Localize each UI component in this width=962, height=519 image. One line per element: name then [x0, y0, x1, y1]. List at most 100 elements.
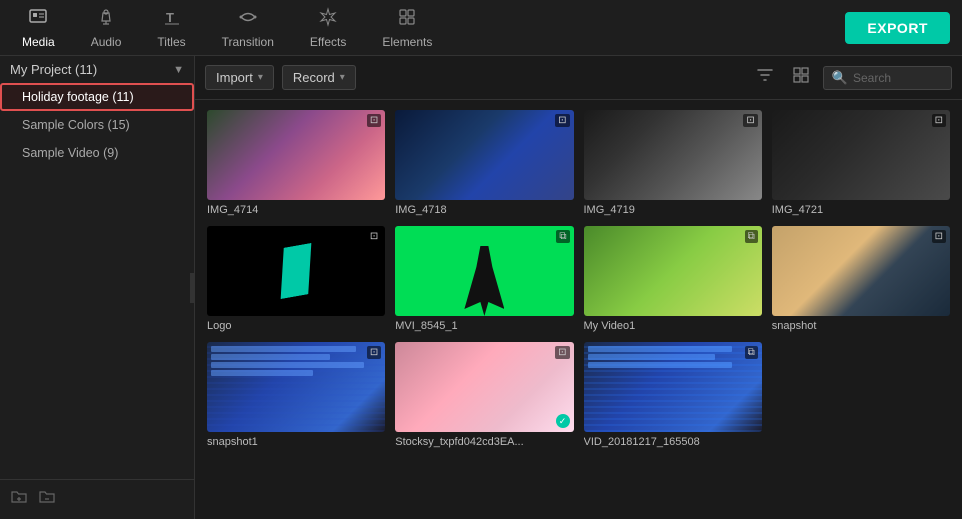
- media-label-img4718: IMG_4718: [395, 204, 573, 216]
- sidebar-footer: [0, 479, 194, 519]
- media-thumb-img4718: ⊡: [395, 110, 573, 200]
- toolbar-label-titles: Titles: [157, 35, 185, 49]
- ss-line: [211, 370, 313, 376]
- ss-line: [588, 346, 733, 352]
- media-item-mvi8545[interactable]: ⧉ MVI_8545_1: [395, 226, 573, 332]
- sidebar-item-holiday-label: Holiday footage (11): [22, 90, 134, 104]
- screenshot-overlay: [207, 342, 385, 432]
- content-toolbar: Import ▾ Record ▾: [195, 56, 962, 100]
- grid-view-button[interactable]: [787, 63, 815, 92]
- record-arrow-icon: ▾: [340, 72, 345, 83]
- media-label-myvideo1: My Video1: [584, 320, 762, 332]
- titles-icon: T: [162, 7, 182, 32]
- sidebar-collapse-handle[interactable]: ‹: [190, 273, 195, 303]
- media-thumb-mvi: ⧉: [395, 226, 573, 316]
- media-thumb-img4721: ⊡: [772, 110, 950, 200]
- toolbar-item-transition[interactable]: Transition: [204, 3, 292, 53]
- media-item-myvideo1[interactable]: ⧉ My Video1: [584, 226, 762, 332]
- record-button[interactable]: Record ▾: [282, 65, 356, 90]
- media-grid: ⊡ IMG_4714 ⊡ IMG_4718 ⊡ IMG_4719 ⊡: [195, 100, 962, 519]
- media-item-img4714[interactable]: ⊡ IMG_4714: [207, 110, 385, 216]
- media-item-img4721[interactable]: ⊡ IMG_4721: [772, 110, 950, 216]
- sidebar-item-colors[interactable]: Sample Colors (15): [0, 111, 194, 139]
- ss-line: [211, 346, 356, 352]
- sidebar-item-holiday[interactable]: Holiday footage (11): [0, 83, 194, 111]
- effects-icon: [318, 7, 338, 32]
- video-icon: ⧉: [745, 230, 758, 243]
- photo-icon: ⊡: [932, 230, 946, 243]
- folder-remove-icon[interactable]: [38, 488, 56, 511]
- content-area: Import ▾ Record ▾: [195, 56, 962, 519]
- search-box: 🔍: [823, 66, 952, 90]
- import-button[interactable]: Import ▾: [205, 65, 274, 90]
- media-label-stocksy: Stocksy_txpfd042cd3EA...: [395, 436, 573, 448]
- filter-button[interactable]: [751, 63, 779, 92]
- media-thumb-snapshot1: ⊡: [207, 342, 385, 432]
- search-input[interactable]: [853, 71, 943, 85]
- media-thumb-img4714: ⊡: [207, 110, 385, 200]
- media-item-img4719[interactable]: ⊡ IMG_4719: [584, 110, 762, 216]
- top-toolbar: Media Audio T Titles: [0, 0, 962, 56]
- sidebar: My Project (11) ▼ Holiday footage (11) S…: [0, 56, 195, 519]
- media-thumb-stocksy: ⊡ ✓: [395, 342, 573, 432]
- photo-icon: ⊡: [932, 114, 946, 127]
- folder-add-icon[interactable]: [10, 488, 28, 511]
- import-arrow-icon: ▾: [258, 72, 263, 83]
- photo-icon: ⊡: [367, 114, 381, 127]
- person-shape: [464, 246, 504, 316]
- ss-line: [211, 362, 364, 368]
- screenshot-overlay2: [584, 342, 762, 432]
- media-thumb-myvideo: ⧉: [584, 226, 762, 316]
- media-item-logo[interactable]: ⊡ Logo: [207, 226, 385, 332]
- main-area: My Project (11) ▼ Holiday footage (11) S…: [0, 56, 962, 519]
- sidebar-project-header[interactable]: My Project (11) ▼: [0, 56, 194, 83]
- toolbar-label-media: Media: [22, 35, 55, 49]
- media-thumb-snapshot: ⊡: [772, 226, 950, 316]
- photo-icon: ⊡: [555, 114, 569, 127]
- ss-line: [588, 362, 733, 368]
- toolbar-item-titles[interactable]: T Titles: [139, 3, 203, 53]
- media-item-img4718[interactable]: ⊡ IMG_4718: [395, 110, 573, 216]
- toolbar-label-audio: Audio: [91, 35, 122, 49]
- media-thumb-logo: ⊡: [207, 226, 385, 316]
- svg-text:T: T: [166, 10, 174, 25]
- video-icon: ⧉: [745, 346, 758, 359]
- media-label-logo: Logo: [207, 320, 385, 332]
- media-label-mvi8545: MVI_8545_1: [395, 320, 573, 332]
- import-label: Import: [216, 70, 253, 85]
- logo-shape: [272, 243, 320, 299]
- video-icon: ⧉: [556, 230, 569, 243]
- media-item-stocksy[interactable]: ⊡ ✓ Stocksy_txpfd042cd3EA...: [395, 342, 573, 448]
- transition-icon: [238, 7, 258, 32]
- media-thumb-img4719: ⊡: [584, 110, 762, 200]
- media-icon: [28, 7, 48, 32]
- sidebar-project-label: My Project (11): [10, 62, 97, 77]
- toolbar-label-transition: Transition: [222, 35, 274, 49]
- sidebar-item-videos-label: Sample Video (9): [22, 146, 118, 160]
- media-label-snapshot: snapshot: [772, 320, 950, 332]
- photo-icon: ⊡: [555, 346, 569, 359]
- media-item-vid20181217[interactable]: ⧉ VID_20181217_165508: [584, 342, 762, 448]
- elements-icon: [397, 7, 417, 32]
- photo-icon: ⊡: [367, 346, 381, 359]
- toolbar-item-audio[interactable]: Audio: [73, 3, 140, 53]
- media-label-snapshot1: snapshot1: [207, 436, 385, 448]
- chevron-down-icon: ▼: [173, 64, 184, 76]
- photo-icon: ⊡: [743, 114, 757, 127]
- record-label: Record: [293, 70, 335, 85]
- search-icon: 🔍: [832, 70, 848, 86]
- toolbar-item-effects[interactable]: Effects: [292, 3, 364, 53]
- sidebar-item-videos[interactable]: Sample Video (9): [0, 139, 194, 167]
- ss-line: [588, 354, 716, 360]
- audio-icon: [96, 7, 116, 32]
- media-item-snapshot[interactable]: ⊡ snapshot: [772, 226, 950, 332]
- toolbar-item-elements[interactable]: Elements: [364, 3, 450, 53]
- export-button[interactable]: EXPORT: [845, 12, 950, 44]
- toolbar-label-effects: Effects: [310, 35, 346, 49]
- media-item-snapshot1[interactable]: ⊡ snapshot1: [207, 342, 385, 448]
- photo-icon: ⊡: [367, 230, 381, 243]
- sidebar-item-colors-label: Sample Colors (15): [22, 118, 130, 132]
- ss-line: [211, 354, 330, 360]
- media-thumb-vid: ⧉: [584, 342, 762, 432]
- toolbar-item-media[interactable]: Media: [4, 3, 73, 53]
